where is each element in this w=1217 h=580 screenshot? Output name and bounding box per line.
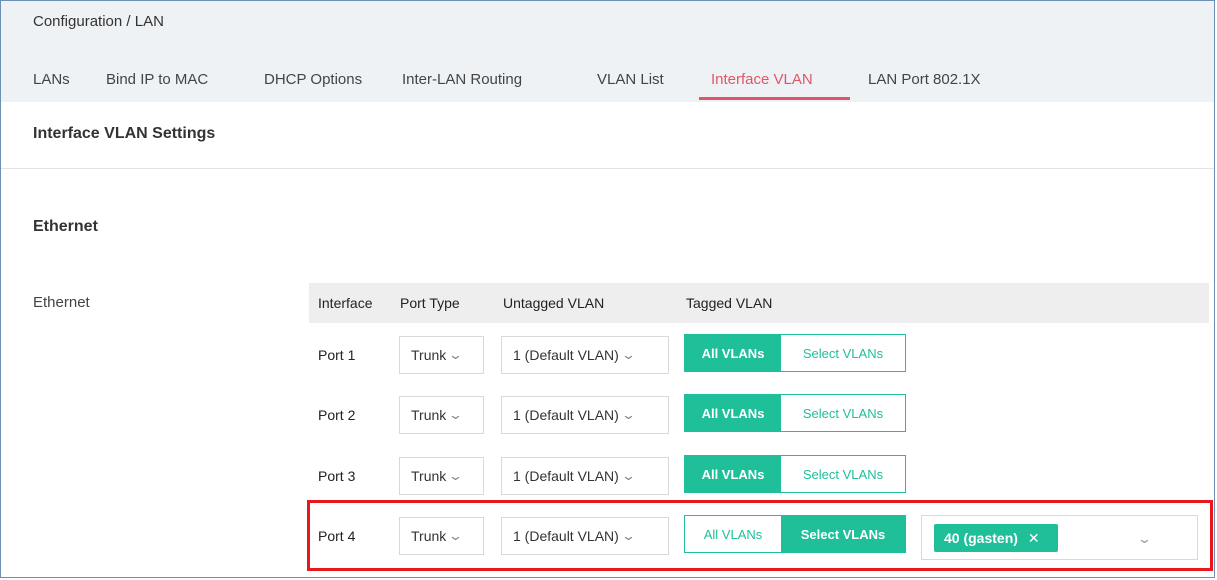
select-vlans-button[interactable]: Select VLANs [781, 395, 905, 431]
tab-inter-lan-routing[interactable]: Inter-LAN Routing [402, 71, 522, 88]
tab-interface-vlan[interactable]: Interface VLAN [711, 71, 813, 88]
highlight-box [307, 500, 1213, 571]
column-header-interface: Interface [318, 295, 373, 311]
port-type-select[interactable]: Trunk ⌄ [399, 336, 484, 374]
port-type-value: Trunk [411, 407, 447, 423]
select-vlans-button[interactable]: Select VLANs [781, 335, 905, 371]
chevron-down-icon: ⌄ [620, 407, 636, 422]
all-vlans-button[interactable]: All VLANs [685, 456, 781, 492]
tagged-vlan-toggle: All VLANs Select VLANs [684, 455, 906, 493]
column-header-tagged-vlan: Tagged VLAN [686, 295, 773, 311]
untagged-vlan-value: 1 (Default VLAN) [513, 468, 619, 484]
table-header: Interface Port Type Untagged VLAN Tagged… [309, 283, 1209, 323]
breadcrumb: Configuration / LAN [33, 13, 164, 30]
chevron-down-icon: ⌄ [448, 347, 464, 362]
tab-vlan-list[interactable]: VLAN List [597, 71, 664, 88]
row-interface: Port 1 [318, 347, 356, 363]
ethernet-field-label: Ethernet [33, 294, 90, 311]
active-tab-indicator [699, 97, 850, 100]
column-header-untagged-vlan: Untagged VLAN [503, 295, 605, 311]
section-title: Interface VLAN Settings [33, 125, 216, 142]
row-interface: Port 3 [318, 468, 356, 484]
tagged-vlan-toggle: All VLANs Select VLANs [684, 334, 906, 372]
port-type-value: Trunk [411, 468, 447, 484]
tab-lans[interactable]: LANs [33, 71, 70, 88]
tab-lan-port-8021x[interactable]: LAN Port 802.1X [868, 71, 981, 88]
port-type-select[interactable]: Trunk ⌄ [399, 396, 484, 434]
chevron-down-icon: ⌄ [448, 468, 464, 483]
port-type-select[interactable]: Trunk ⌄ [399, 457, 484, 495]
untagged-vlan-value: 1 (Default VLAN) [513, 347, 619, 363]
column-header-port-type: Port Type [400, 295, 460, 311]
row-interface: Port 2 [318, 407, 356, 423]
select-vlans-button[interactable]: Select VLANs [781, 456, 905, 492]
tab-dhcp-options[interactable]: DHCP Options [264, 71, 362, 88]
chevron-down-icon: ⌄ [448, 407, 464, 422]
tab-bind-ip-to-mac[interactable]: Bind IP to MAC [106, 71, 208, 88]
chevron-down-icon: ⌄ [620, 347, 636, 362]
untagged-vlan-select[interactable]: 1 (Default VLAN) ⌄ [501, 336, 669, 374]
chevron-down-icon: ⌄ [620, 468, 636, 483]
port-type-value: Trunk [411, 347, 447, 363]
all-vlans-button[interactable]: All VLANs [685, 395, 781, 431]
all-vlans-button[interactable]: All VLANs [685, 335, 781, 371]
untagged-vlan-value: 1 (Default VLAN) [513, 407, 619, 423]
untagged-vlan-select[interactable]: 1 (Default VLAN) ⌄ [501, 457, 669, 495]
ethernet-heading: Ethernet [33, 218, 98, 235]
untagged-vlan-select[interactable]: 1 (Default VLAN) ⌄ [501, 396, 669, 434]
tagged-vlan-toggle: All VLANs Select VLANs [684, 394, 906, 432]
divider [1, 168, 1214, 169]
